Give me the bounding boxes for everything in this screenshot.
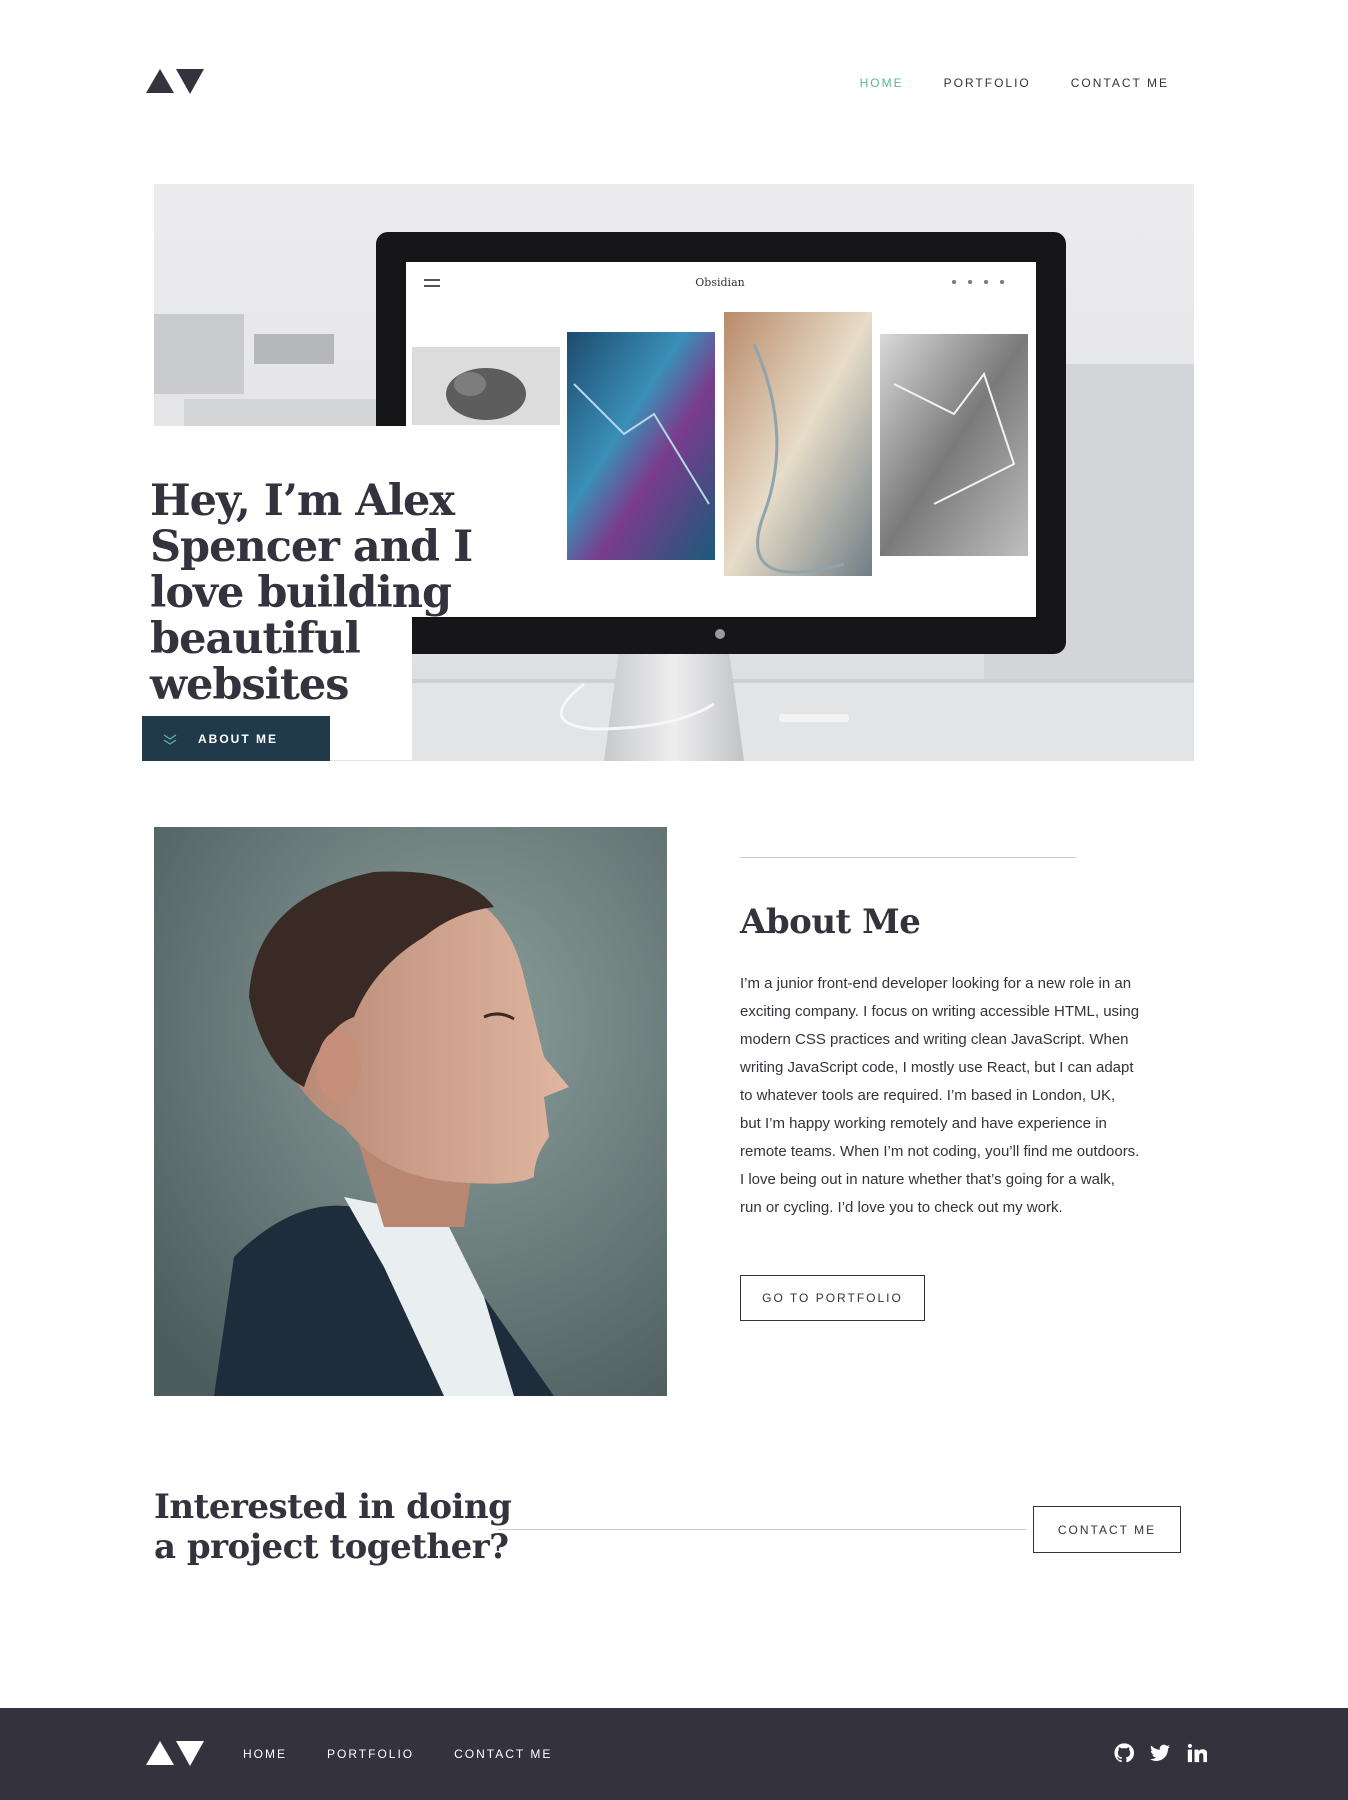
about-title: About Me bbox=[740, 902, 921, 942]
about-divider bbox=[740, 857, 1076, 858]
about-me-button[interactable]: ABOUT ME bbox=[142, 716, 330, 761]
twitter-icon[interactable] bbox=[1148, 1741, 1172, 1765]
footer: HOME PORTFOLIO CONTACT ME bbox=[0, 1708, 1348, 1800]
main-nav: HOME PORTFOLIO CONTACT ME bbox=[860, 76, 1169, 90]
nav-contact-me[interactable]: CONTACT ME bbox=[1071, 76, 1169, 90]
about-me-button-label: ABOUT ME bbox=[198, 731, 278, 746]
footer-nav-home[interactable]: HOME bbox=[243, 1747, 287, 1761]
contact-me-button[interactable]: CONTACT ME bbox=[1033, 1506, 1181, 1553]
cta-title: Interested in doing a project together? bbox=[154, 1487, 512, 1567]
footer-logo-icon[interactable] bbox=[146, 1738, 204, 1768]
hero-title: Hey, I’m Alex Spencer and I love buildin… bbox=[150, 476, 473, 710]
cta-divider bbox=[498, 1529, 1026, 1530]
footer-nav-contact-me[interactable]: CONTACT ME bbox=[454, 1747, 552, 1761]
screen-site-name: Obsidian bbox=[695, 276, 744, 289]
nav-home[interactable]: HOME bbox=[860, 76, 904, 90]
linkedin-icon[interactable] bbox=[1185, 1741, 1209, 1765]
github-icon[interactable] bbox=[1112, 1741, 1136, 1765]
footer-nav: HOME PORTFOLIO CONTACT ME bbox=[243, 1747, 552, 1761]
about-text: I’m a junior front-end developer looking… bbox=[740, 975, 1140, 1216]
logo-icon[interactable] bbox=[146, 66, 204, 96]
chevrons-down-icon bbox=[142, 716, 198, 761]
go-to-portfolio-button[interactable]: GO TO PORTFOLIO bbox=[740, 1275, 925, 1321]
footer-nav-portfolio[interactable]: PORTFOLIO bbox=[327, 1747, 414, 1761]
profile-photo bbox=[154, 827, 667, 1396]
nav-portfolio[interactable]: PORTFOLIO bbox=[944, 76, 1031, 90]
